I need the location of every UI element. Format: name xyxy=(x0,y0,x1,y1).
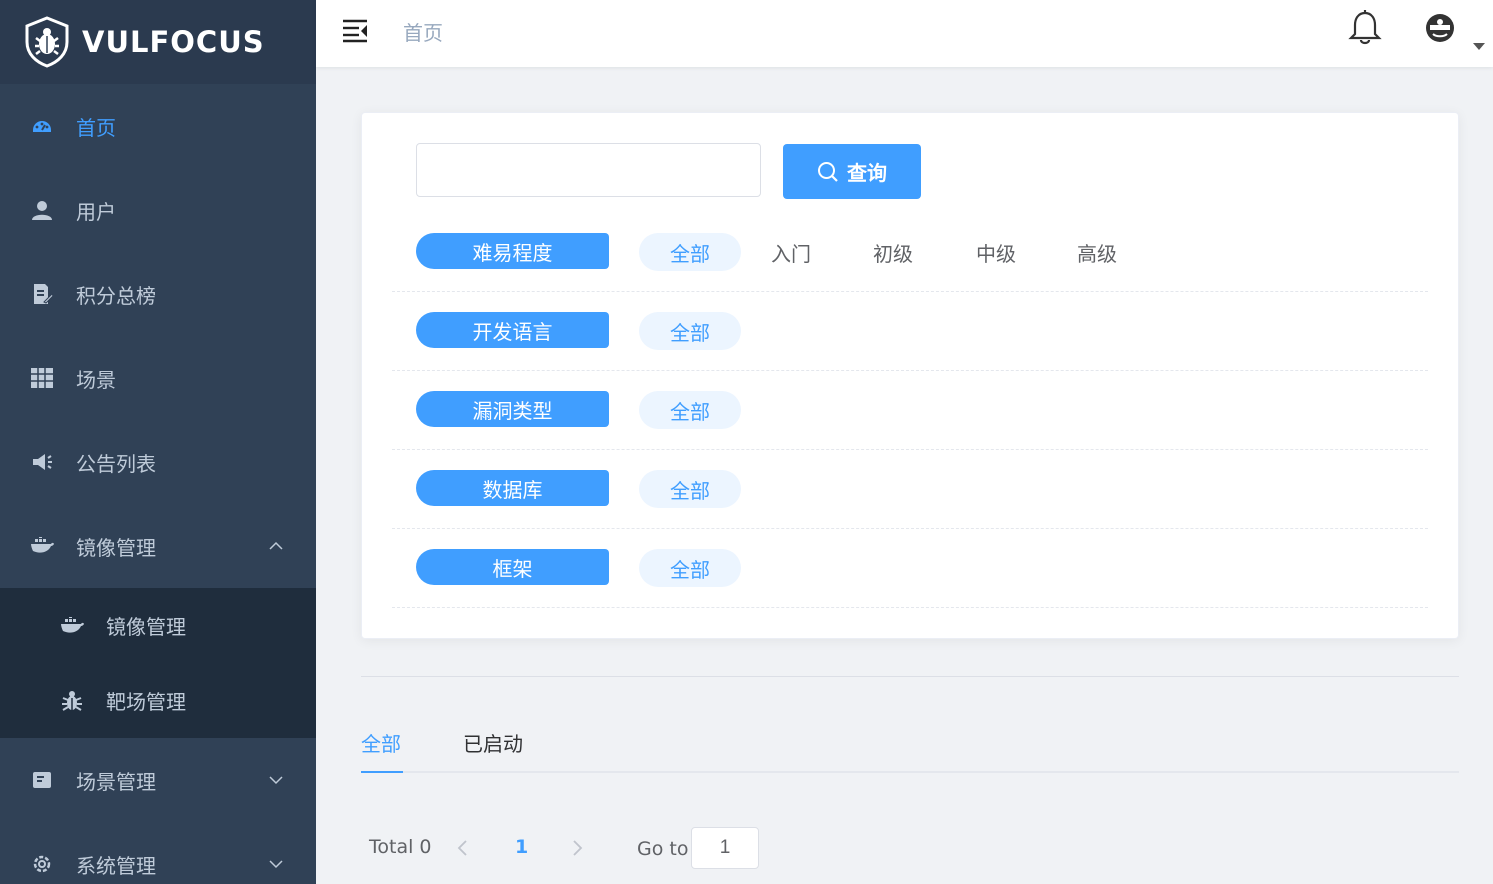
sidebar-item-user[interactable]: 用户 xyxy=(0,168,316,252)
filter-all-chip[interactable]: 全部 xyxy=(639,549,741,587)
sidebar-item-announcements[interactable]: 公告列表 xyxy=(0,420,316,504)
tab-active-indicator xyxy=(361,771,403,773)
filter-option[interactable]: 中级 xyxy=(976,233,1016,271)
top-header: 首页 xyxy=(316,0,1493,67)
grid-icon xyxy=(30,366,54,390)
avatar[interactable] xyxy=(1424,12,1456,44)
sidebar-item-label: 积分总榜 xyxy=(76,283,156,308)
filter-label: 漏洞类型 xyxy=(416,391,609,427)
filter-row-language: 开发语言 全部 xyxy=(392,292,1428,371)
filter-option[interactable]: 高级 xyxy=(1077,233,1117,271)
filter-all-chip[interactable]: 全部 xyxy=(639,312,741,350)
sidebar-item-label: 靶场管理 xyxy=(106,690,186,714)
tabs: 全部 已启动 xyxy=(361,728,1459,773)
chevron-up-icon xyxy=(269,541,283,550)
filter-row-difficulty: 难易程度 全部 入门 初级 中级 高级 xyxy=(392,213,1428,292)
bell-icon[interactable] xyxy=(1348,10,1382,46)
docker-icon xyxy=(60,614,84,638)
filter-all-chip[interactable]: 全部 xyxy=(639,470,741,508)
filter-card: 查询 难易程度 全部 入门 初级 中级 高级 开发语言 全部 漏洞类型 全部 数… xyxy=(361,112,1459,639)
sidebar-item-leaderboard[interactable]: 积分总榜 xyxy=(0,252,316,336)
shield-bug-icon xyxy=(25,16,69,68)
gear-icon xyxy=(30,852,54,876)
filter-label: 开发语言 xyxy=(416,312,609,348)
filter-label: 框架 xyxy=(416,549,609,585)
query-button[interactable]: 查询 xyxy=(783,144,921,199)
goto-page-input[interactable] xyxy=(691,827,759,869)
user-icon xyxy=(30,198,54,222)
sidebar-item-label: 系统管理 xyxy=(76,853,156,878)
filter-row-database: 数据库 全部 xyxy=(392,450,1428,529)
brand-name: VULFOCUS xyxy=(82,25,265,59)
filter-label: 难易程度 xyxy=(416,233,609,269)
tab-all[interactable]: 全部 xyxy=(361,728,401,757)
card-icon xyxy=(30,768,54,792)
sidebar-item-label: 公告列表 xyxy=(76,451,156,476)
tab-started[interactable]: 已启动 xyxy=(463,728,523,757)
filter-row-framework: 框架 全部 xyxy=(392,529,1428,608)
goto-label: Go to xyxy=(637,838,689,860)
edit-doc-icon xyxy=(30,282,54,306)
chevron-right-icon[interactable] xyxy=(569,838,585,858)
app-root: VULFOCUS 首页 用户 积分总榜 场景 公告列表 镜像管理 镜像管理 靶场… xyxy=(0,0,1493,884)
filter-row-vuln-type: 漏洞类型 全部 xyxy=(392,371,1428,450)
filter-all-chip[interactable]: 全部 xyxy=(639,233,741,271)
search-input[interactable] xyxy=(416,143,761,197)
sidebar-item-home[interactable]: 首页 xyxy=(0,84,316,168)
search-icon xyxy=(818,161,838,182)
megaphone-icon xyxy=(30,450,54,474)
pagination-total: Total 0 xyxy=(369,836,432,858)
sidebar-item-label: 镜像管理 xyxy=(76,535,156,560)
dashboard-icon xyxy=(30,114,54,138)
breadcrumb: 首页 xyxy=(403,21,443,45)
sidebar-item-label: 场景 xyxy=(76,367,116,392)
sidebar-subitem-image-management[interactable]: 镜像管理 xyxy=(0,588,316,663)
sidebar-item-system-management[interactable]: 系统管理 xyxy=(0,822,316,884)
sidebar-item-label: 首页 xyxy=(76,115,116,140)
hamburger-menu-icon[interactable] xyxy=(342,17,368,43)
divider xyxy=(361,676,1459,677)
sidebar-item-image-management[interactable]: 镜像管理 xyxy=(0,504,316,588)
bug-icon xyxy=(60,689,84,713)
chevron-down-icon xyxy=(269,860,283,869)
sidebar-item-label: 镜像管理 xyxy=(106,615,186,639)
sidebar-subitem-range-management[interactable]: 靶场管理 xyxy=(0,663,316,738)
chevron-left-icon[interactable] xyxy=(455,838,471,858)
logo[interactable]: VULFOCUS xyxy=(0,0,316,84)
submenu-image-management: 镜像管理 靶场管理 xyxy=(0,588,316,738)
query-button-label: 查询 xyxy=(847,161,887,185)
docker-icon xyxy=(30,534,54,558)
sidebar-item-label: 场景管理 xyxy=(76,769,156,794)
filter-option[interactable]: 入门 xyxy=(771,233,811,271)
sidebar: VULFOCUS 首页 用户 积分总榜 场景 公告列表 镜像管理 镜像管理 靶场… xyxy=(0,0,316,884)
sidebar-item-scene[interactable]: 场景 xyxy=(0,336,316,420)
caret-down-icon[interactable] xyxy=(1473,43,1485,50)
sidebar-item-scene-management[interactable]: 场景管理 xyxy=(0,738,316,822)
filter-label: 数据库 xyxy=(416,470,609,506)
pagination-page-number[interactable]: 1 xyxy=(515,836,528,858)
filter-option[interactable]: 初级 xyxy=(873,233,913,271)
chevron-down-icon xyxy=(269,776,283,785)
pagination: Total 0 1 Go to xyxy=(369,826,789,870)
sidebar-item-label: 用户 xyxy=(76,199,116,224)
filter-all-chip[interactable]: 全部 xyxy=(639,391,741,429)
